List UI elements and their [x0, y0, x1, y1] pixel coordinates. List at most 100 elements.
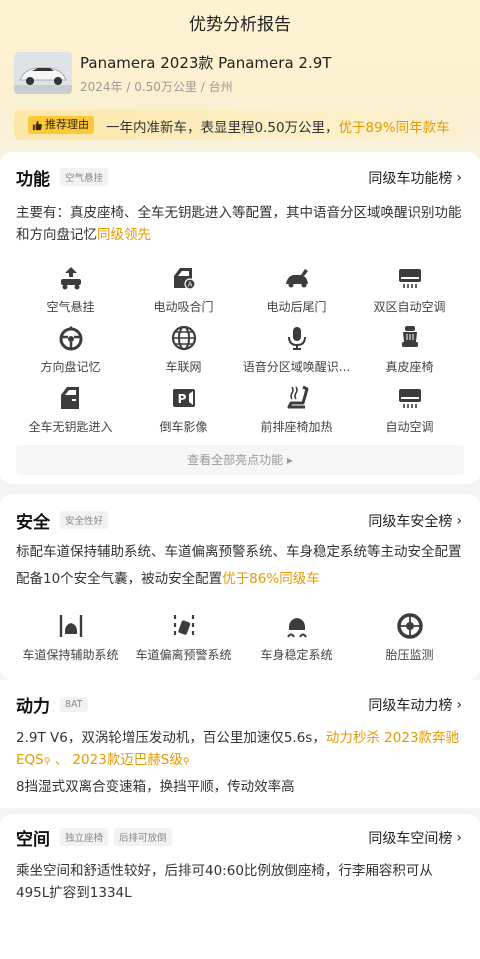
recommend-badge: 推荐理由 — [28, 116, 94, 134]
space-ranking-label: 同级车空间榜 — [368, 831, 453, 847]
safety-line-1: 标配车道保持辅助系统、车道偏离预警系统、车身稳定系统等主动安全配置 — [16, 544, 462, 560]
soft-close-door-icon: A — [173, 268, 196, 290]
search-icon: ⚲ — [182, 757, 190, 767]
air-suspension-icon — [60, 267, 81, 290]
power-ranking-link[interactable]: 同级车动力榜 › — [368, 695, 462, 715]
feature-label: 车道偏离预警系统 — [135, 648, 232, 662]
voice-recognition-icon — [287, 327, 306, 350]
function-header: 功能 空气悬挂 — [16, 165, 109, 190]
power-ranking-label: 同级车动力榜 — [368, 698, 453, 714]
safety-ranking-label: 同级车安全榜 — [368, 514, 453, 530]
feature-item[interactable]: A 电动吸合门 — [127, 264, 240, 315]
view-all-features-button[interactable]: 查看全部亮点功能 ▸ — [16, 445, 464, 475]
chevron-right-icon: › — [456, 697, 462, 713]
svg-text:P: P — [177, 392, 186, 406]
space-header: 空间 独立座椅 后排可放倒 — [16, 825, 172, 850]
safety-ranking-link[interactable]: 同级车安全榜 › — [368, 511, 462, 531]
thumbs-up-icon — [32, 120, 42, 130]
safety-line2-prefix: 配备10个安全气囊，被动安全配置 — [16, 571, 223, 587]
section-title-power: 动力 — [16, 696, 50, 717]
feature-item[interactable]: 前排座椅加热 — [240, 384, 353, 435]
compare-link-eqs[interactable]: EQS — [16, 752, 44, 768]
power-line2-separator: 、 — [50, 752, 73, 768]
parking-camera-icon: P — [172, 389, 195, 407]
feature-item[interactable]: 车道保持辅助系统 — [14, 612, 127, 663]
function-tag: 空气悬挂 — [60, 168, 109, 186]
power-line-1: 2.9T V6，双涡轮增压发动机，百公里加速仅5.6s，动力秒杀 2023款奔驰 — [16, 727, 464, 749]
feature-label: 电动吸合门 — [153, 300, 214, 314]
feature-label: 双区自动空调 — [373, 300, 446, 314]
feature-item[interactable]: 电动后尾门 — [240, 264, 353, 315]
space-description: 乘坐空间和舒适性较好，后排可40:60比例放倒座椅，行李厢容积可从495L扩容到… — [16, 863, 433, 901]
feature-item[interactable]: P 倒车影像 — [127, 384, 240, 435]
stability-control-icon — [286, 618, 307, 638]
power-line-3: 8挡湿式双离合变速箱，换挡平顺，传动效率高 — [16, 779, 295, 795]
function-description: 主要有：真皮座椅、全车无钥匙进入等配置，其中语音分区域唤醒识别功能和方向盘记忆同… — [16, 202, 464, 246]
feature-label: 电动后尾门 — [266, 300, 327, 314]
feature-item[interactable]: 真皮座椅 — [353, 324, 466, 375]
feature-item[interactable]: 车道偏离预警系统 — [127, 612, 240, 663]
function-card: 功能 空气悬挂 同级车功能榜 › 主要有：真皮座椅、全车无钥匙进入等配置，其中语… — [0, 152, 480, 484]
feature-item[interactable]: 全车无钥匙进入 — [14, 384, 127, 435]
auto-ac-icon — [398, 389, 421, 408]
section-title-function: 功能 — [16, 169, 50, 190]
feature-item[interactable]: 自动空调 — [353, 384, 466, 435]
feature-label: 真皮座椅 — [385, 360, 434, 374]
lane-keep-icon — [59, 615, 82, 637]
safety-line2-highlight: 优于86%同级车 — [222, 571, 320, 587]
safety-header: 安全 安全性好 — [16, 508, 109, 533]
feature-item[interactable]: 语音分区域唤醒识... — [240, 324, 353, 375]
safety-card: 安全 安全性好 同级车安全榜 › 标配车道保持辅助系统、车道偏离预警系统、车身稳… — [0, 494, 480, 680]
space-tag: 后排可放倒 — [114, 828, 172, 846]
feature-item[interactable]: 双区自动空调 — [353, 264, 466, 315]
power-line1-highlight[interactable]: 动力秒杀 2023款奔驰 — [326, 730, 459, 746]
section-title-space: 空间 — [16, 829, 50, 850]
feature-item[interactable]: 空气悬挂 — [14, 264, 127, 315]
connected-car-icon — [171, 325, 196, 351]
recommend-reason-bar: 推荐理由 一年内准新车，表显里程0.50万公里，优于89%同年款车 — [14, 110, 466, 140]
chevron-right-icon: › — [456, 513, 462, 529]
space-ranking-link[interactable]: 同级车空间榜 › — [368, 828, 462, 848]
feature-label: 空气悬挂 — [46, 300, 95, 314]
power-card: 动力 8AT 同级车动力榜 › 2.9T V6，双涡轮增压发动机，百公里加速仅5… — [0, 680, 480, 808]
chevron-right-icon: › — [456, 830, 462, 846]
feature-item[interactable]: 方向盘记忆 — [14, 324, 127, 375]
function-ranking-label: 同级车功能榜 — [368, 171, 453, 187]
leather-seat-icon — [401, 326, 418, 347]
feature-item[interactable]: 车联网 — [127, 324, 240, 375]
feature-label: 方向盘记忆 — [40, 360, 101, 374]
function-ranking-link[interactable]: 同级车功能榜 › — [368, 168, 462, 188]
feature-label: 车道保持辅助系统 — [22, 648, 119, 662]
seat-heating-icon — [287, 385, 308, 409]
power-tag: 8AT — [60, 696, 88, 712]
car-title: Panamera 2023款 Panamera 2.9T — [80, 54, 332, 72]
function-desc-highlight: 同级领先 — [97, 227, 151, 243]
function-desc-prefix: 主要有：真皮座椅、全车无钥匙进入等配置，其中语音分区域唤醒识别功能和方向盘记忆 — [16, 205, 462, 243]
feature-label: 车联网 — [165, 360, 202, 374]
feature-label: 胎压监测 — [385, 648, 434, 662]
feature-label: 自动空调 — [385, 420, 434, 434]
page-title: 优势分析报告 — [189, 15, 291, 35]
recommend-reason-text: 一年内准新车，表显里程0.50万公里，优于89%同年款车 — [106, 116, 450, 136]
dual-zone-ac-icon — [398, 269, 421, 288]
reason-text-prefix: 一年内准新车，表显里程0.50万公里， — [106, 120, 339, 136]
keyless-entry-icon — [60, 387, 79, 409]
chevron-right-icon: › — [456, 170, 462, 186]
tire-pressure-icon — [396, 613, 423, 639]
space-card: 空间 独立座椅 后排可放倒 同级车空间榜 › 乘坐空间和舒适性较好，后排可40:… — [0, 814, 480, 959]
power-header: 动力 8AT — [16, 692, 88, 717]
feature-label: 倒车影像 — [159, 420, 208, 434]
car-info[interactable]: Panamera 2023款 Panamera 2.9T 2024年 / 0.5… — [14, 52, 466, 96]
svg-text:A: A — [187, 281, 192, 289]
safety-line-2: 配备10个安全气囊，被动安全配置优于86%同级车 — [16, 568, 464, 590]
feature-item[interactable]: 胎压监测 — [353, 612, 466, 663]
section-title-safety: 安全 — [16, 512, 50, 533]
steering-memory-icon — [59, 326, 82, 351]
car-thumbnail — [14, 52, 72, 94]
power-line1-prefix: 2.9T V6，双涡轮增压发动机，百公里加速仅5.6s， — [16, 730, 326, 746]
feature-item[interactable]: 车身稳定系统 — [240, 612, 353, 663]
compare-link-maybach[interactable]: 2023款迈巴赫S级 — [72, 752, 182, 768]
recommend-badge-label: 推荐理由 — [45, 118, 89, 131]
feature-label: 语音分区域唤醒识... — [242, 360, 351, 374]
feature-label: 车身稳定系统 — [260, 648, 333, 662]
